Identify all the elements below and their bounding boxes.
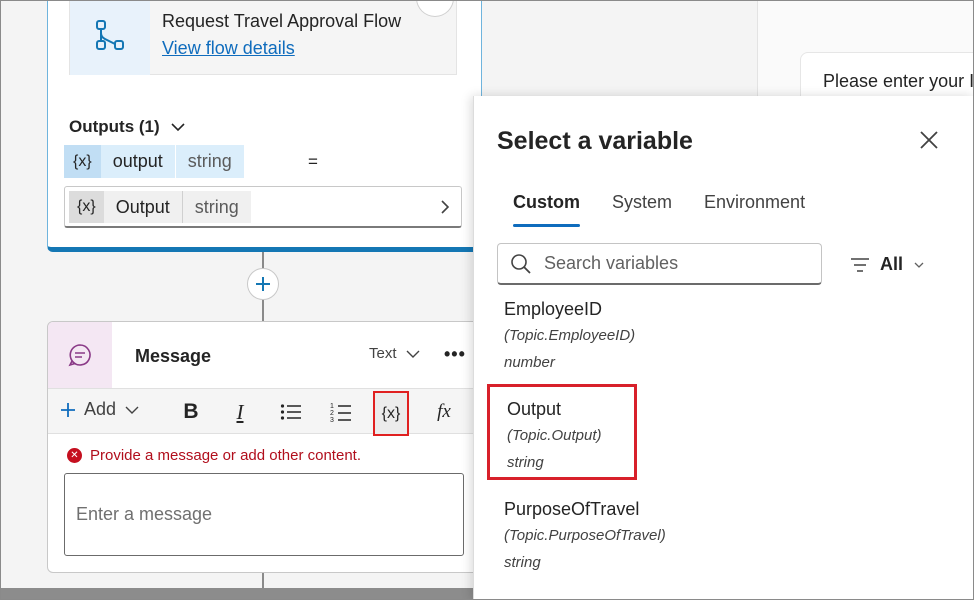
variable-item-purposeoftravel[interactable]: PurposeOfTravel (Topic.PurposeOfTravel) … (487, 492, 687, 588)
connector-line (262, 573, 264, 588)
search-box (497, 243, 822, 285)
outputs-label: Outputs (1) (69, 117, 160, 136)
tab-environment[interactable]: Environment (688, 192, 821, 223)
message-title: Message (135, 346, 212, 366)
plus-icon (256, 277, 270, 291)
flow-title: Request Travel Approval Flow (162, 11, 402, 31)
bold-button[interactable]: B (178, 395, 204, 429)
variable-name: PurposeOfTravel (504, 499, 640, 519)
variable-path: (Topic.Output) (507, 427, 602, 444)
more-options-button[interactable]: ••• (444, 344, 466, 365)
bullet-list-icon (280, 404, 301, 420)
flow-info-box: Request Travel Approval Flow View flow d… (69, 0, 457, 75)
chevron-down-icon (171, 123, 185, 132)
bullet-list-button[interactable] (278, 395, 304, 429)
assigned-variable-name: Output (115, 196, 170, 217)
chevron-down-icon (125, 406, 139, 414)
chevron-down-icon (406, 350, 420, 358)
filter-icon (851, 257, 869, 272)
variable-name: EmployeeID (504, 299, 603, 319)
formula-button[interactable]: fx (431, 395, 457, 429)
svg-text:1: 1 (330, 403, 334, 410)
numbered-list-icon: 1 2 3 (330, 403, 351, 423)
plus-icon (61, 402, 75, 417)
filter-dropdown[interactable]: All (850, 254, 925, 275)
flow-icon (70, 0, 150, 75)
outputs-header[interactable]: Outputs (1) (69, 117, 186, 137)
error-text: Provide a message or add other content. (90, 447, 361, 464)
variable-type: number (504, 354, 555, 371)
italic-button[interactable]: I (228, 395, 252, 429)
variable-type: string (507, 454, 544, 471)
error-icon: ✕ (67, 448, 82, 463)
arrow-left-icon (417, 0, 455, 9)
chevron-right-icon (441, 200, 450, 214)
message-toolbar: Add B I 1 2 3 {x} fx (48, 388, 486, 436)
output-variable-chip: {x} output string (64, 145, 244, 178)
tab-custom[interactable]: Custom (497, 192, 596, 227)
close-panel-button[interactable] (915, 126, 943, 154)
message-type-label: Text (369, 345, 397, 362)
message-input[interactable] (64, 473, 464, 556)
variable-icon: {x} (64, 145, 101, 178)
svg-text:3: 3 (330, 417, 334, 423)
variable-path: (Topic.EmployeeID) (504, 327, 636, 344)
message-type-dropdown[interactable]: Text (369, 345, 421, 362)
svg-text:2: 2 (330, 410, 334, 417)
variable-tabs: Custom System Environment (497, 192, 821, 227)
assigned-variable-chip: {x} Output string (69, 191, 251, 223)
variable-item-employeeid[interactable]: EmployeeID (Topic.EmployeeID) number (487, 292, 637, 388)
output-variable-name: output (100, 145, 175, 178)
output-variable-type: string (174, 145, 244, 178)
variable-name: Output (507, 399, 562, 419)
search-input[interactable] (544, 253, 821, 274)
variable-icon: {x} (69, 191, 104, 223)
message-node-card[interactable]: Message Text ••• Add B I 1 2 3 {x} fx ✕ … (47, 321, 487, 573)
numbered-list-button[interactable]: 1 2 3 (329, 395, 353, 429)
flow-action-card[interactable]: Request Travel Approval Flow View flow d… (47, 0, 482, 252)
assigned-variable-type: string (181, 191, 251, 223)
equals-sign: = (308, 152, 318, 171)
connector-line (262, 300, 264, 321)
search-icon (498, 253, 544, 275)
add-content-button[interactable]: Add (60, 399, 140, 420)
close-icon (920, 131, 938, 149)
variable-path: (Topic.PurposeOfTravel) (504, 527, 666, 544)
panel-title: Select a variable (497, 127, 693, 155)
validation-error: ✕ Provide a message or add other content… (67, 447, 361, 464)
select-variable-panel: Select a variable Custom System Environm… (473, 96, 974, 600)
chevron-down-icon (914, 262, 924, 268)
connector-line (262, 252, 264, 269)
insert-variable-button[interactable]: {x} (373, 391, 409, 436)
variable-item-output[interactable]: Output (Topic.Output) string (487, 384, 637, 480)
filter-label: All (880, 254, 904, 274)
output-assignment-select[interactable]: {x} Output string (64, 186, 462, 228)
add-label: Add (84, 399, 117, 419)
add-node-button[interactable] (247, 268, 279, 300)
variable-type: string (504, 554, 541, 571)
tab-system[interactable]: System (596, 192, 688, 223)
view-flow-details-link[interactable]: View flow details (162, 38, 295, 59)
message-icon (48, 322, 112, 388)
